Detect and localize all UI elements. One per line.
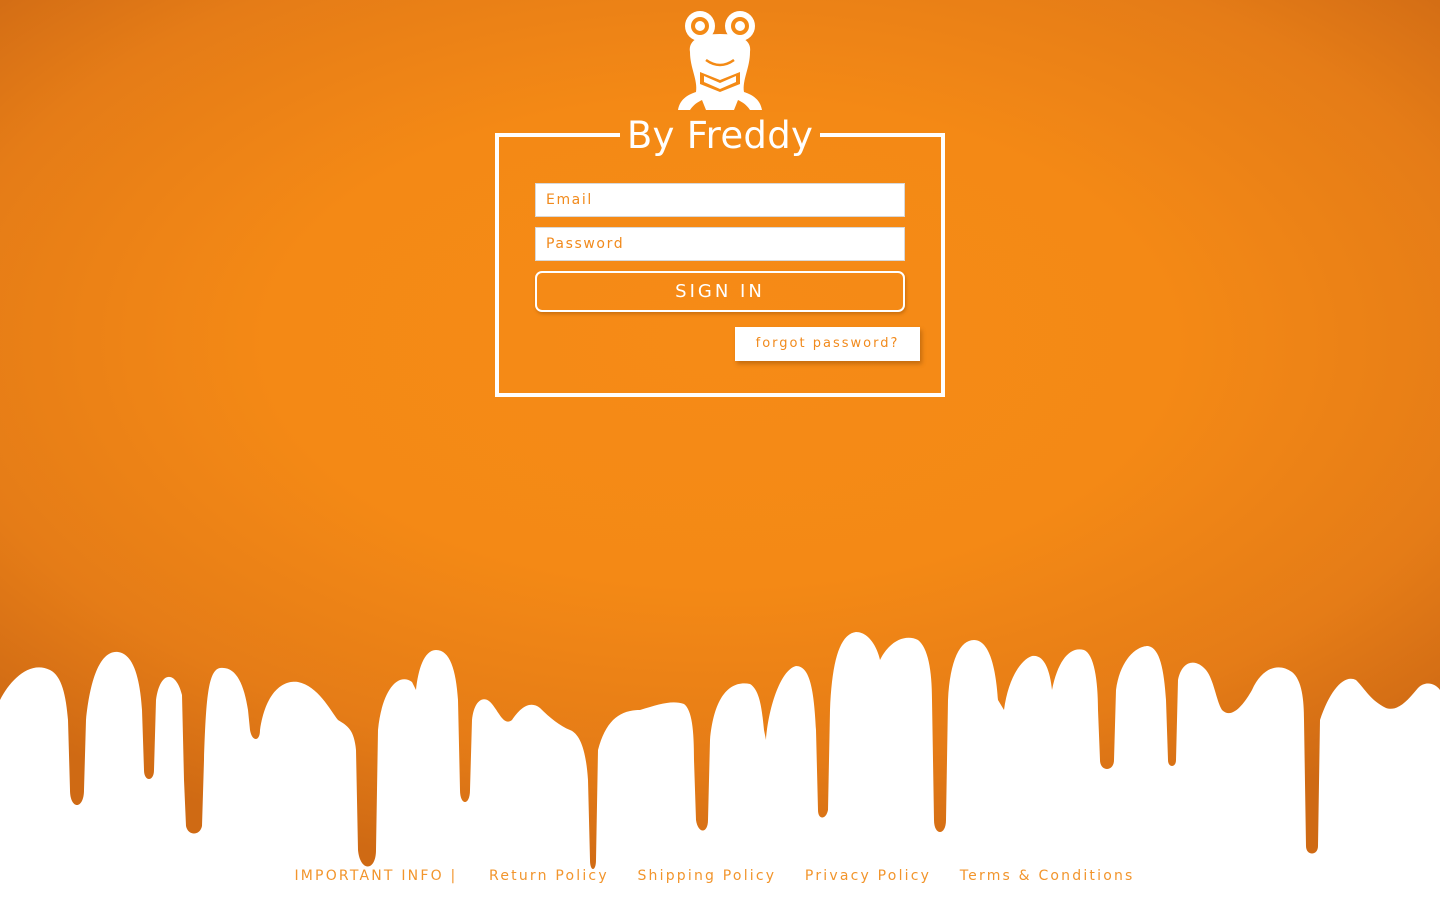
- terms-conditions-link[interactable]: Terms & Conditions: [960, 868, 1135, 884]
- sign-in-button[interactable]: SIGN IN: [535, 271, 905, 312]
- footer: IMPORTANT INFO | Return Policy Shipping …: [0, 868, 1440, 892]
- return-policy-link[interactable]: Return Policy: [489, 868, 609, 884]
- shipping-policy-link[interactable]: Shipping Policy: [637, 868, 776, 884]
- email-input[interactable]: [535, 183, 905, 217]
- privacy-policy-link[interactable]: Privacy Policy: [805, 868, 931, 884]
- password-input[interactable]: [535, 227, 905, 261]
- important-info-label: IMPORTANT INFO |: [294, 868, 458, 884]
- forgot-password-button[interactable]: forgot password?: [735, 327, 920, 361]
- frog-logo-icon: [670, 10, 770, 116]
- brand-title: By Freddy: [620, 112, 820, 160]
- paint-drip-decoration: [0, 632, 1440, 900]
